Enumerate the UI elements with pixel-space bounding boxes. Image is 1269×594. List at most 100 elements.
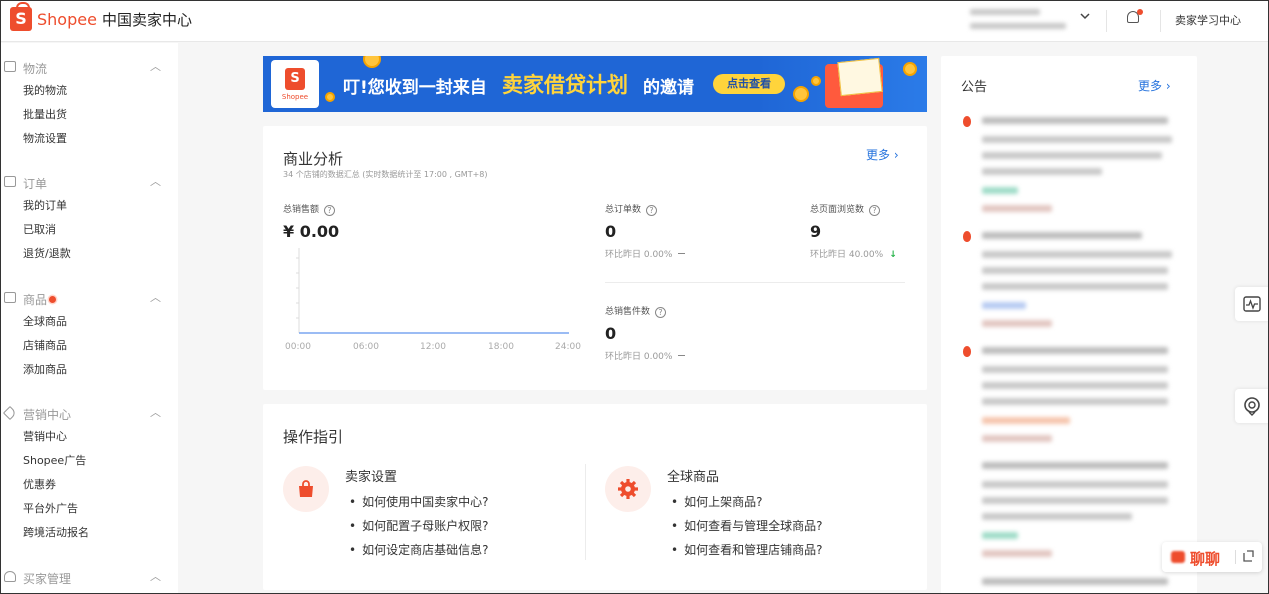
help-icon[interactable]: ? (655, 307, 667, 318)
help-icon[interactable]: ? (646, 205, 658, 216)
guide-link[interactable]: 如何查看和管理店铺商品? (671, 538, 822, 562)
sidebar-group-marketing: 营销中心 ︿ 营销中心 Shopee广告 优惠券 平台外广告 跨境活动报名 (0, 401, 178, 545)
chevron-down-icon[interactable] (1080, 12, 1090, 20)
chevron-up-icon: ︿ (150, 291, 161, 304)
x-tick-label: 18:00 (488, 342, 514, 352)
sidebar-item-shop-products[interactable]: 店铺商品 (0, 334, 178, 358)
divider (1160, 10, 1161, 32)
global-products-gear-icon (605, 466, 651, 512)
flat-trend-icon (678, 253, 686, 254)
sidebar-group-products: 商品 ︿ 全球商品 店铺商品 添加商品 (0, 286, 178, 382)
units-sold-value: 0 (605, 324, 617, 343)
sidebar-item-add-product[interactable]: 添加商品 (0, 358, 178, 382)
coin-icon (811, 76, 821, 86)
divider (605, 282, 905, 283)
guide-link[interactable]: 如何上架商品? (671, 490, 822, 514)
chat-label: 聊聊 (1190, 550, 1221, 568)
sidebar-group-buyers: 买家管理 ︿ (0, 565, 178, 589)
sidebar-item-my-logistics[interactable]: 我的物流 (0, 79, 178, 103)
sidebar-group-header[interactable]: 订单 ︿ (0, 170, 178, 194)
total-sales-value: ¥ 0.00 (283, 222, 340, 241)
x-tick-label: 24:00 (555, 342, 581, 352)
sidebar-item-campaign-signup[interactable]: 跨境活动报名 (0, 521, 178, 545)
sales-line-chart: 00:00 06:00 12:00 18:00 24:00 (285, 248, 581, 352)
guide-list: 如何上架商品? 如何查看与管理全球商品? 如何查看和管理店铺商品? (671, 490, 822, 562)
learning-center-link[interactable]: 卖家学习中心 (1175, 12, 1241, 28)
guide-link[interactable]: 如何使用中国卖家中心? (349, 490, 488, 514)
shopee-logo[interactable]: S Shopee 中国卖家中心 (10, 2, 192, 31)
support-button[interactable] (1235, 389, 1269, 423)
expand-icon[interactable] (1242, 549, 1254, 563)
help-icon[interactable]: ? (869, 205, 881, 216)
guide-link[interactable]: 如何设定商店基础信息? (349, 538, 488, 562)
top-bar: S Shopee 中国卖家中心 卖家学习中心 (0, 0, 1269, 42)
banner-shop-name: Shopee (281, 93, 309, 101)
guide-section-title: 卖家设置 (345, 470, 398, 485)
user-icon (4, 571, 16, 582)
divider (585, 464, 586, 560)
analytics-more-link[interactable]: 更多 › (866, 146, 899, 163)
sidebar-item-logistics-settings[interactable]: 物流设置 (0, 127, 178, 151)
sidebar-item-my-orders[interactable]: 我的订单 (0, 194, 178, 218)
headset-icon (1244, 397, 1260, 416)
sidebar-group-title: 商品 (23, 291, 57, 308)
x-tick-label: 12:00 (420, 342, 446, 352)
carousel-dots[interactable] (571, 103, 616, 112)
units-comparison: 环比昨日 0.00% (605, 349, 686, 362)
sidebar-item-shopee-ads[interactable]: Shopee广告 (0, 449, 178, 473)
announcements-more-link[interactable]: 更多 › (1138, 77, 1171, 94)
shopee-bag-icon: S (285, 68, 305, 90)
guide-link[interactable]: 如何配置子母账户权限? (349, 514, 488, 538)
chevron-up-icon: ︿ (150, 570, 161, 583)
sidebar: 物流 ︿ 我的物流 批量出货 物流设置 订单 ︿ 我的订单 已取消 退货/退款 … (0, 43, 178, 594)
total-orders-label: 总订单数? (605, 202, 658, 216)
tag-icon (2, 405, 18, 421)
announcements-title: 公告 (961, 80, 988, 95)
coin-icon (793, 86, 809, 102)
units-sold-label: 总销售件数? (605, 304, 667, 318)
health-monitor-button[interactable] (1235, 287, 1269, 321)
box-icon (4, 292, 16, 303)
sidebar-group-orders: 订单 ︿ 我的订单 已取消 退货/退款 (0, 170, 178, 266)
hot-icon (963, 231, 971, 242)
view-now-button[interactable]: 点击查看 (713, 74, 785, 94)
bell-icon[interactable] (1126, 9, 1143, 26)
divider (1106, 10, 1107, 32)
account-switcher[interactable] (968, 5, 1076, 35)
new-badge-dot (49, 296, 57, 303)
chat-bubble-icon (1171, 551, 1185, 563)
guide-link[interactable]: 如何查看与管理全球商品? (671, 514, 822, 538)
pageviews-label: 总页面浏览数? (810, 202, 881, 216)
sidebar-group-header[interactable]: 物流 ︿ (0, 55, 178, 79)
pageviews-value: 9 (810, 222, 822, 241)
sidebar-item-bulk-ship[interactable]: 批量出货 (0, 103, 178, 127)
loan-invitation-banner[interactable]: S Shopee 叮!您收到一封来自 卖家借贷计划 的邀请 点击查看 (263, 56, 927, 112)
sidebar-item-cancelled[interactable]: 已取消 (0, 218, 178, 242)
notification-dot (1137, 9, 1143, 15)
total-sales-label: 总销售额? (283, 202, 336, 216)
sidebar-group-header[interactable]: 营销中心 ︿ (0, 401, 178, 425)
pulse-icon (1243, 296, 1261, 312)
guide-section-title: 全球商品 (667, 470, 720, 485)
help-icon[interactable]: ? (324, 205, 336, 216)
shopee-bag-icon: S (10, 2, 32, 31)
chat-button[interactable]: 聊聊 (1162, 542, 1262, 572)
clipboard-icon (4, 176, 16, 187)
pageviews-comparison: 环比昨日 40.00% ↓ (810, 250, 897, 260)
orders-comparison: 环比昨日 0.00% (605, 247, 686, 260)
sidebar-group-header[interactable]: 商品 ︿ (0, 286, 178, 310)
guide-list: 如何使用中国卖家中心? 如何配置子母账户权限? 如何设定商店基础信息? (349, 490, 488, 562)
sidebar-item-returns[interactable]: 退货/退款 (0, 242, 178, 266)
total-orders-value: 0 (605, 222, 617, 241)
coin-icon (903, 62, 917, 76)
sidebar-item-marketing-center[interactable]: 营销中心 (0, 425, 178, 449)
sidebar-item-offsite-ads[interactable]: 平台外广告 (0, 497, 178, 521)
sidebar-item-vouchers[interactable]: 优惠券 (0, 473, 178, 497)
coin-icon (363, 56, 381, 68)
sidebar-group-header[interactable]: 买家管理 ︿ (0, 565, 178, 589)
document-icon (837, 57, 883, 97)
truck-icon (4, 61, 16, 72)
account-name-blurred (970, 9, 1040, 15)
sidebar-item-global-products[interactable]: 全球商品 (0, 310, 178, 334)
sidebar-group-title: 营销中心 (23, 408, 72, 422)
